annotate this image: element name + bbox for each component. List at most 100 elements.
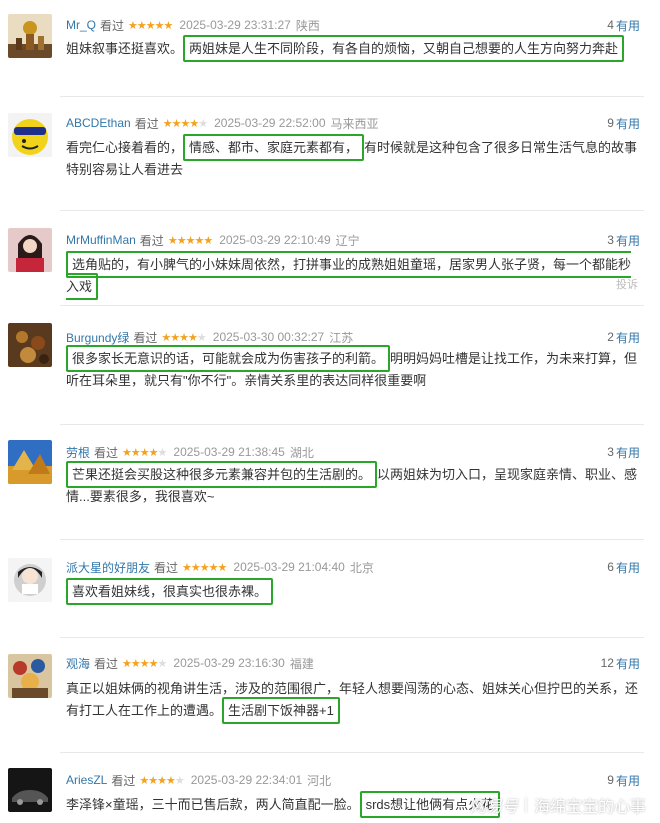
star-icon: ★ [161, 331, 171, 344]
star-icon: ★ [157, 774, 167, 787]
watch-status: 看过 [94, 656, 119, 671]
comment-meta: Mr_Q 看过 ★★★★★ 2025-03-29 23:31:27 陕西 [66, 17, 320, 33]
rating-stars: ★★★★★ [122, 657, 168, 670]
divider [60, 752, 644, 753]
comment-time: 2025-03-29 21:38:45 [173, 445, 285, 459]
useful-button[interactable]: 有用 [616, 444, 640, 461]
comment-location: 河北 [307, 773, 332, 788]
divider [60, 424, 644, 425]
star-icon: ★ [139, 774, 149, 787]
comment-text: 真正以姐妹俩的视角讲生活，涉及的范围很广，年轻人想要闯荡的心态、姐妹关心但拧巴的… [66, 678, 642, 724]
highlighted-text: 两姐妹是人生不同阶段，有各自的烦恼，又朝自己想要的人生方向努力奔赴 [183, 35, 625, 62]
rating-stars: ★★★★★ [122, 446, 168, 459]
avatar[interactable] [8, 654, 52, 698]
useful-button[interactable]: 有用 [616, 559, 640, 576]
username[interactable]: 派大星的好朋友 [66, 559, 150, 576]
useful-votes: 4 有用 [607, 17, 640, 33]
comment-time: 2025-03-29 22:34:01 [190, 773, 303, 787]
watermark-separator: | [523, 796, 528, 813]
useful-votes: 9 有用 [607, 772, 640, 788]
comment-time: 2025-03-30 00:32:27 [212, 330, 325, 344]
highlighted-text: 喜欢看姐妹线，很真实也很赤裸。 [66, 578, 274, 605]
avatar[interactable] [8, 228, 52, 272]
vote-count: 2 [607, 330, 614, 344]
username[interactable]: Burgundy绿 [66, 329, 129, 346]
star-icon: ★ [145, 19, 156, 32]
highlighted-text: 情感、都市、家庭元素都有， [183, 134, 365, 161]
useful-button[interactable]: 有用 [616, 772, 640, 789]
comment-text-pre: 李泽锋×童瑶，三十而已售后款，两人简直配一脸。 [66, 797, 360, 812]
avatar[interactable] [8, 14, 52, 58]
star-icon: ★ [157, 446, 168, 459]
star-icon: ★ [139, 446, 150, 459]
watermark: 网易号 | 海绵宝宝的心事 [470, 793, 646, 817]
useful-button[interactable]: 有用 [616, 232, 640, 249]
star-icon: ★ [148, 657, 159, 670]
star-icon: ★ [179, 331, 189, 344]
rating-stars: ★★★★★ [168, 234, 213, 247]
star-icon: ★ [128, 19, 138, 32]
rating-stars: ★★★★★ [128, 19, 173, 32]
divider [60, 305, 644, 306]
vote-count: 4 [607, 18, 614, 32]
comment-location: 马来西亚 [330, 116, 379, 131]
username[interactable]: ABCDEthan [66, 116, 131, 130]
avatar[interactable] [8, 558, 52, 602]
useful-button[interactable]: 有用 [616, 655, 640, 672]
comment-text-pre: 看完仁心接着看的， [66, 140, 184, 155]
watch-status: 看过 [94, 445, 119, 460]
star-icon: ★ [122, 446, 132, 459]
star-icon: ★ [139, 657, 150, 670]
comment-meta: 劳根 看过 ★★★★★ 2025-03-29 21:38:45 湖北 [66, 444, 314, 460]
comment-location: 江苏 [329, 330, 354, 345]
comment-time: 2025-03-29 22:52:00 [214, 116, 326, 130]
useful-button[interactable]: 有用 [616, 115, 640, 132]
comment-time: 2025-03-29 23:31:27 [179, 18, 291, 32]
rating-stars: ★★★★★ [182, 561, 227, 574]
username[interactable]: AriesZL [66, 773, 107, 787]
watch-status: 看过 [154, 560, 179, 575]
avatar[interactable] [8, 323, 52, 367]
comment-text: 看完仁心接着看的， 情感、都市、家庭元素都有， 有时候就是这种包含了很多日常生活气息… [66, 134, 642, 181]
highlighted-text: 芒果还挺会买股这种很多元素兼容并包的生活剧的。 [66, 461, 378, 488]
comment-time: 2025-03-29 22:10:49 [219, 233, 331, 247]
username[interactable]: Mr_Q [66, 18, 96, 32]
rating-stars: ★★★★★ [161, 331, 206, 344]
star-icon: ★ [130, 446, 141, 459]
avatar[interactable] [8, 768, 52, 812]
avatar[interactable] [8, 440, 52, 484]
highlighted-text: 生活剧下饭神器+1 [222, 697, 340, 724]
username[interactable]: 劳根 [66, 444, 90, 461]
star-icon: ★ [170, 331, 180, 344]
comment-location: 湖北 [289, 445, 314, 460]
useful-button[interactable]: 有用 [616, 17, 640, 34]
highlighted-text: 很多家长无意识的话，可能就会成为伤害孩子的利箭。 [66, 345, 391, 372]
comment-meta: MrMuffinMan 看过 ★★★★★ 2025-03-29 22:10:49… [66, 232, 360, 248]
star-icon: ★ [194, 234, 204, 247]
comment-text: 选角贴的，有小脾气的小妹妹周依然，打拼事业的成熟姐姐童瑶，居家男人张子贤，每一个… [66, 251, 642, 300]
watch-status: 看过 [134, 116, 159, 131]
comment-text: 芒果还挺会买股这种很多元素兼容并包的生活剧的。 以两姐妹为切入口，呈现家庭亲情、职… [66, 461, 642, 508]
useful-votes: 3 有用 [607, 444, 640, 460]
report-link[interactable]: 投诉 [616, 276, 638, 292]
comment-location: 北京 [349, 560, 374, 575]
divider [60, 637, 644, 638]
watch-status: 看过 [111, 773, 136, 788]
avatar[interactable] [8, 113, 52, 157]
divider [60, 96, 644, 97]
useful-button[interactable]: 有用 [616, 329, 640, 346]
watch-status: 看过 [100, 18, 125, 33]
rating-stars: ★★★★★ [139, 774, 184, 787]
comment-meta: ABCDEthan 看过 ★★★★★ 2025-03-29 22:52:00 马… [66, 115, 379, 131]
watermark-account: 海绵宝宝的心事 [533, 799, 646, 816]
comment-text-pre: 真正以姐妹俩的视角讲生活，涉及的范围很广，年轻人想要闯荡的心态、姐妹关心但拧巴的… [66, 681, 639, 718]
star-icon: ★ [165, 774, 176, 787]
username[interactable]: MrMuffinMan [66, 233, 136, 247]
comment-list: Mr_Q 看过 ★★★★★ 2025-03-29 23:31:27 陕西 4 有… [0, 0, 660, 823]
comment-meta: AriesZL 看过 ★★★★★ 2025-03-29 22:34:01 河北 [66, 772, 331, 788]
username[interactable]: 观海 [66, 655, 90, 672]
useful-votes: 6 有用 [607, 559, 640, 575]
comment-location: 辽宁 [335, 233, 360, 248]
star-icon: ★ [157, 657, 168, 670]
vote-count: 9 [607, 773, 614, 787]
